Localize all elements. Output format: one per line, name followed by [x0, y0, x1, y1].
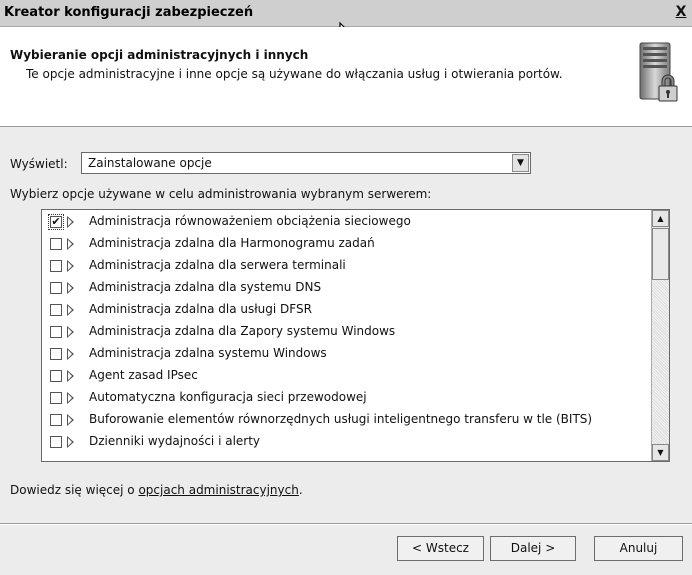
learn-more-prefix: Dowiedz się więcej o	[10, 483, 139, 497]
cancel-button[interactable]: Anuluj	[594, 536, 683, 561]
checkbox[interactable]	[50, 238, 62, 250]
display-label: Wyświetl:	[10, 157, 68, 171]
expand-arrow-icon[interactable]	[67, 370, 74, 382]
checkbox[interactable]	[50, 370, 62, 382]
list-item-label: Administracja zdalna systemu Windows	[89, 346, 327, 360]
expand-arrow-icon[interactable]	[67, 238, 74, 250]
wizard-header: Wybieranie opcji administracyjnych i inn…	[0, 27, 692, 127]
checkbox[interactable]	[50, 326, 62, 338]
expand-arrow-icon[interactable]	[67, 304, 74, 316]
list-item-label: Dzienniki wydajności i alerty	[89, 434, 261, 448]
checkbox-checked[interactable]: ✔	[48, 214, 64, 230]
vertical-scrollbar[interactable]: ▲ ▼	[651, 210, 669, 461]
list-item[interactable]: Agent zasad IPsec	[50, 366, 650, 388]
list-item[interactable]: ✔ Administracja równoważeniem obciążenia…	[48, 212, 650, 234]
page-subtitle: Te opcje administracyjne i inne opcje są…	[26, 67, 563, 81]
expand-arrow-icon[interactable]	[67, 348, 74, 360]
scroll-up-icon[interactable]: ▲	[652, 210, 669, 227]
list-item[interactable]: Administracja zdalna dla Harmonogramu za…	[50, 234, 650, 256]
checkbox[interactable]	[50, 392, 62, 404]
page-title: Wybieranie opcji administracyjnych i inn…	[10, 48, 309, 62]
list-item-label: Administracja zdalna dla usługi DFSR	[89, 302, 312, 316]
expand-arrow-icon[interactable]	[67, 436, 74, 448]
checkbox[interactable]	[50, 436, 62, 448]
list-item[interactable]: Administracja zdalna dla Zapory systemu …	[50, 322, 650, 344]
learn-more-text: Dowiedz się więcej o opcjach administrac…	[10, 483, 303, 497]
list-item[interactable]: Buforowanie elementów równorzędnych usłu…	[50, 410, 650, 432]
expand-arrow-icon[interactable]	[67, 326, 74, 338]
expand-arrow-icon[interactable]	[67, 282, 74, 294]
checkbox[interactable]	[50, 304, 62, 316]
checkbox[interactable]	[50, 260, 62, 272]
list-item[interactable]: Administracja zdalna dla serwera termina…	[50, 256, 650, 278]
learn-more-link[interactable]: opcjach administracyjnych	[138, 483, 298, 497]
footer-divider	[0, 523, 692, 525]
display-select[interactable]: Zainstalowane opcje ▼	[81, 152, 531, 174]
list-item-label: Automatyczna konfiguracja sieci przewodo…	[89, 390, 367, 404]
list-item[interactable]: Dzienniki wydajności i alerty	[50, 432, 650, 454]
list-item-label: Buforowanie elementów równorzędnych usłu…	[89, 412, 593, 426]
list-item[interactable]: Administracja zdalna dla systemu DNS	[50, 278, 650, 300]
back-button[interactable]: < Wstecz	[397, 536, 484, 561]
window-title: Kreator konfiguracji zabezpieczeń	[4, 5, 254, 20]
list-item[interactable]: Administracja zdalna systemu Windows	[50, 344, 650, 366]
display-select-value: Zainstalowane opcje	[88, 156, 212, 170]
list-item-label: Agent zasad IPsec	[89, 368, 198, 382]
list-prompt: Wybierz opcje używane w celu administrow…	[10, 187, 432, 201]
list-item-label: Administracja zdalna dla systemu DNS	[89, 280, 322, 294]
server-lock-icon	[639, 42, 678, 102]
close-button[interactable]: X	[673, 4, 689, 21]
options-listbox[interactable]: ✔ Administracja równoważeniem obciążenia…	[41, 209, 670, 462]
next-button[interactable]: Dalej >	[490, 536, 576, 561]
expand-arrow-icon[interactable]	[67, 216, 74, 228]
list-item-label: Administracja zdalna dla Harmonogramu za…	[89, 236, 375, 250]
list-item-label: Administracja zdalna dla Zapory systemu …	[89, 324, 396, 338]
list-item[interactable]: Administracja zdalna dla usługi DFSR	[50, 300, 650, 322]
checkbox[interactable]	[50, 282, 62, 294]
checkbox[interactable]	[50, 414, 62, 426]
checkbox[interactable]	[50, 348, 62, 360]
expand-arrow-icon[interactable]	[67, 260, 74, 272]
expand-arrow-icon[interactable]	[67, 414, 74, 426]
list-item[interactable]: Automatyczna konfiguracja sieci przewodo…	[50, 388, 650, 410]
scrollbar-thumb[interactable]	[652, 228, 669, 280]
learn-more-suffix: .	[298, 483, 303, 497]
chevron-down-icon[interactable]: ▼	[512, 154, 529, 172]
list-item-label: Administracja równoważeniem obciążenia s…	[89, 214, 411, 228]
expand-arrow-icon[interactable]	[67, 392, 74, 404]
list-item-label: Administracja zdalna dla serwera termina…	[89, 258, 346, 272]
scroll-down-icon[interactable]: ▼	[652, 444, 669, 461]
